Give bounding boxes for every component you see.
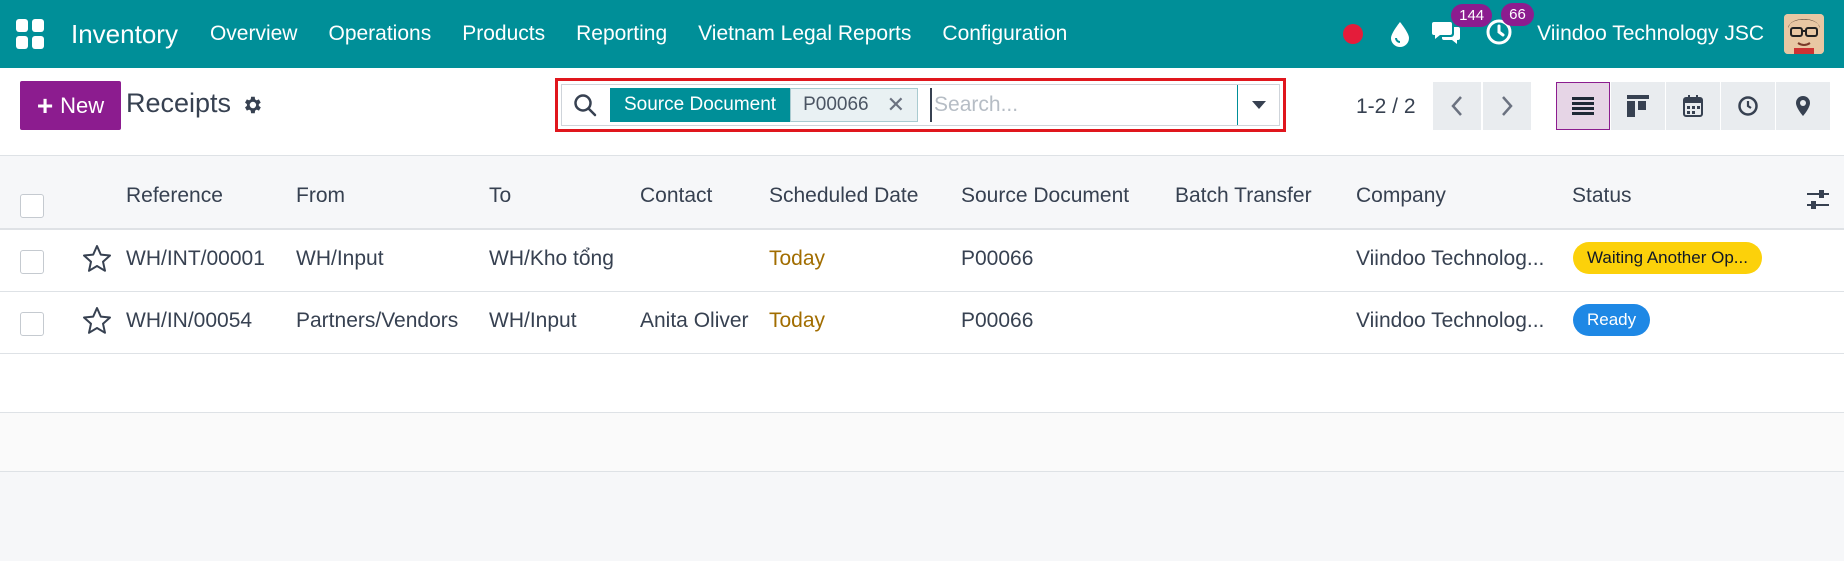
chevron-left-icon [1451, 96, 1462, 116]
search-facet-label: Source Document [610, 88, 791, 122]
pager-next-button[interactable] [1483, 82, 1531, 130]
new-button[interactable]: + New [20, 81, 121, 130]
cell-company: Viindoo Technolog... [1356, 309, 1545, 332]
cell-from: WH/Input [296, 247, 384, 270]
cell-from: Partners/Vendors [296, 309, 459, 332]
list-view-button[interactable] [1556, 82, 1610, 130]
menu-reporting[interactable]: Reporting [576, 22, 667, 46]
pager-previous-button[interactable] [1433, 82, 1481, 130]
star-icon[interactable] [81, 243, 113, 275]
search-panel: Source Document P00066 ✕ [555, 78, 1286, 132]
empty-row [0, 354, 1844, 413]
status-badge: Waiting Another Op... [1573, 242, 1762, 274]
page-title: Receipts [126, 88, 232, 118]
plus-icon: + [36, 89, 54, 121]
column-contact[interactable]: Contact [640, 184, 712, 208]
user-avatar[interactable] [1784, 14, 1824, 54]
column-from[interactable]: From [296, 184, 345, 208]
cell-company: Viindoo Technolog... [1356, 247, 1545, 270]
avatar-face-icon [1784, 14, 1824, 54]
column-company[interactable]: Company [1356, 184, 1446, 208]
select-all-checkbox[interactable] [20, 194, 44, 218]
menu-operations[interactable]: Operations [328, 22, 431, 46]
table-row[interactable]: WH/IN/00054 Partners/Vendors WH/Input An… [0, 292, 1844, 354]
activities-count-badge: 66 [1501, 2, 1534, 26]
table-row[interactable]: WH/INT/00001 WH/Input WH/Kho tổng Today … [0, 230, 1844, 292]
empty-row [0, 413, 1844, 472]
top-navbar: Inventory Overview Operations Products R… [0, 0, 1844, 68]
cell-to: WH/Kho tổng [489, 247, 614, 270]
column-reference[interactable]: Reference [126, 184, 223, 208]
menu-products[interactable]: Products [462, 22, 545, 46]
map-marker-icon [1796, 96, 1810, 116]
row-checkbox[interactable] [20, 250, 44, 274]
company-switcher[interactable]: Viindoo Technology JSC [1537, 22, 1764, 46]
search-bar: Source Document P00066 ✕ [561, 84, 1280, 126]
cell-contact: Anita Oliver [640, 309, 749, 332]
calendar-view-button[interactable] [1666, 82, 1720, 130]
kanban-view-button[interactable] [1611, 82, 1665, 130]
row-checkbox[interactable] [20, 312, 44, 336]
cell-scheduled-date: Today [769, 309, 826, 332]
map-view-button[interactable] [1776, 82, 1830, 130]
remove-facet-icon[interactable]: ✕ [887, 92, 905, 118]
menu-configuration[interactable]: Configuration [942, 22, 1067, 46]
status-badge: Ready [1573, 304, 1651, 336]
cell-to: WH/Input [489, 309, 577, 332]
star-icon[interactable] [81, 305, 113, 337]
cell-scheduled-date: Today [769, 247, 826, 270]
activity-view-button[interactable] [1721, 82, 1775, 130]
column-to[interactable]: To [489, 184, 511, 208]
cell-reference: WH/IN/00054 [126, 309, 253, 332]
menu-vietnam-legal-reports[interactable]: Vietnam Legal Reports [698, 22, 911, 46]
search-options-toggle[interactable] [1237, 85, 1279, 125]
optional-columns-icon[interactable] [1806, 189, 1830, 211]
column-status[interactable]: Status [1572, 184, 1632, 208]
menu-overview[interactable]: Overview [210, 22, 298, 46]
kanban-view-icon [1627, 95, 1649, 117]
table-header: Reference From To Contact Scheduled Date… [0, 157, 1844, 230]
cell-source-document: P00066 [961, 247, 1034, 270]
pager-value[interactable]: 1-2 / 2 [1356, 95, 1416, 119]
drop-icon[interactable] [1389, 21, 1411, 47]
column-source-document[interactable]: Source Document [961, 184, 1129, 208]
calendar-icon [1683, 95, 1703, 117]
clock-icon [1738, 96, 1758, 116]
apps-menu-icon[interactable] [16, 19, 46, 49]
receipts-table: Reference From To Contact Scheduled Date… [0, 157, 1844, 472]
search-facet-value: P00066 ✕ [790, 88, 919, 122]
caret-down-icon [1251, 101, 1266, 109]
column-scheduled-date[interactable]: Scheduled Date [769, 184, 918, 208]
cell-reference: WH/INT/00001 [126, 247, 265, 270]
control-panel: + New Receipts Source Document P00066 ✕ … [0, 68, 1844, 156]
activities-button[interactable]: 66 [1485, 2, 1534, 51]
record-indicator-icon[interactable] [1343, 24, 1364, 44]
search-icon [574, 94, 597, 117]
facet-value-text: P00066 [803, 94, 869, 115]
column-batch-transfer[interactable]: Batch Transfer [1175, 184, 1312, 208]
app-brand[interactable]: Inventory [71, 19, 178, 50]
chevron-right-icon [1502, 96, 1513, 116]
new-button-label: New [60, 92, 105, 118]
cell-source-document: P00066 [961, 309, 1034, 332]
search-input[interactable] [930, 88, 1237, 122]
messages-button[interactable]: 144 [1431, 3, 1493, 50]
list-view-icon [1572, 97, 1594, 115]
gear-icon[interactable] [241, 94, 263, 116]
